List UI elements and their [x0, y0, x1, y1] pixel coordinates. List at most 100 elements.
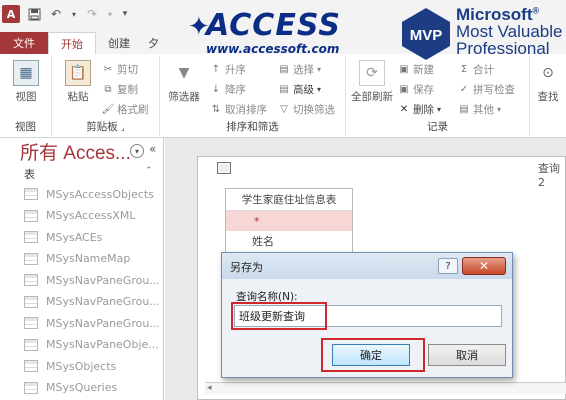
mvp-line1: Microsoft®: [456, 5, 540, 24]
save-icon[interactable]: [26, 6, 42, 22]
nav-section-tables[interactable]: 表: [24, 166, 35, 182]
scroll-left-icon[interactable]: ◂: [207, 383, 212, 393]
paste-button[interactable]: 📋 粘贴: [58, 60, 98, 104]
paste-label: 粘贴: [67, 91, 89, 103]
tab-file[interactable]: 文件: [0, 32, 48, 54]
customize-qat-icon[interactable]: ▾: [120, 6, 130, 22]
nav-item-table[interactable]: MSysNavPaneGrou...: [24, 292, 160, 312]
table-icon: [24, 274, 38, 286]
new-label: 新建: [413, 64, 434, 76]
ok-highlight-box: [321, 338, 425, 372]
find-button[interactable]: ⊙ 查找: [530, 60, 566, 104]
remove-sort-button[interactable]: ⇅ 取消排序: [210, 102, 267, 117]
group-clipboard: 📋 粘贴 ✂ 剪切 ⧉ 复制 🖌 格式刷 剪贴板 ⌟: [52, 56, 160, 136]
cut-button[interactable]: ✂ 剪切: [102, 62, 138, 77]
mvp-badge-icon: MVP: [402, 8, 450, 60]
view-icon: ▦: [13, 60, 39, 86]
undo-icon[interactable]: ↶: [48, 6, 64, 22]
help-button[interactable]: ?: [438, 258, 458, 274]
ascending-button[interactable]: ↑ 升序: [210, 62, 246, 77]
nav-item-label: MSysNavPaneObje...: [46, 338, 159, 351]
nav-pane-collapse-icon[interactable]: «: [149, 142, 156, 156]
nav-item-table[interactable]: MSysACEs: [24, 227, 102, 247]
descending-button[interactable]: ↓ 降序: [210, 82, 246, 97]
view-button[interactable]: ▦ 视图: [6, 60, 46, 104]
accessoft-logo: ✦ ACCESS www.accessoft.com: [188, 8, 384, 60]
remove-sort-label: 取消排序: [225, 104, 267, 116]
nav-item-label: MSysQueries: [46, 381, 118, 394]
delete-record-button[interactable]: ✕ 删除 ▾: [398, 102, 441, 117]
nav-item-table[interactable]: MSysQueries: [24, 378, 117, 398]
mvp-line2: Most Valuable: [456, 22, 563, 41]
nav-item-table[interactable]: MSysNameMap: [24, 249, 130, 269]
descending-label: 降序: [225, 84, 246, 96]
spelling-label: 拼写检查: [473, 84, 515, 96]
field-all-star[interactable]: *: [226, 211, 352, 231]
close-button[interactable]: ✕: [462, 257, 506, 275]
nav-pane-dropdown-icon[interactable]: ▾: [130, 144, 144, 158]
cancel-button[interactable]: 取消: [428, 344, 506, 366]
nav-item-table[interactable]: MSysAccessXML: [24, 206, 136, 226]
refresh-icon: ⟳: [359, 60, 385, 86]
navigation-pane: 所有 Acces... ▾ « 表 ⌃ MSysAccessObjects MSy…: [0, 138, 164, 400]
totals-button[interactable]: Σ 合计: [458, 62, 494, 77]
mvp-line3: Professional: [456, 39, 550, 58]
nav-item-table[interactable]: MSysNavPaneGrou...: [24, 313, 160, 333]
tab-create[interactable]: 创建: [96, 32, 142, 54]
new-record-icon: ▣: [399, 64, 409, 75]
selection-button[interactable]: ▤ 选择 ▾: [278, 62, 321, 77]
nav-item-label: MSysAccessObjects: [46, 187, 154, 201]
nav-item-label: MSysNavPaneGrou...: [46, 273, 160, 287]
ribbon: ▦ 视图 视图 📋 粘贴 ✂ 剪切 ⧉ 复制 🖌 格式刷 剪贴板 ⌟ ▼ 筛选器 ↑ 升…: [0, 54, 566, 138]
advanced-button[interactable]: ▤ 高级 ▾: [278, 82, 321, 97]
format-painter-button[interactable]: 🖌 格式刷: [102, 102, 149, 117]
table-icon: [24, 381, 38, 394]
query-window-icon: [217, 162, 231, 174]
nav-item-table[interactable]: MSysObjects: [24, 356, 116, 376]
binoculars-icon: ⊙: [535, 60, 561, 86]
tab-more[interactable]: 夕: [142, 32, 165, 54]
advanced-icon: ▤: [279, 84, 289, 95]
ascending-label: 升序: [225, 64, 246, 76]
toggle-filter-label: 切换筛选: [293, 104, 335, 116]
tab-home[interactable]: 开始: [48, 32, 96, 54]
field-name[interactable]: 姓名: [226, 231, 352, 251]
redo-dropdown-icon[interactable]: ▾: [106, 6, 114, 22]
nav-item-table[interactable]: MSysAccessObjects: [24, 184, 154, 204]
spelling-button[interactable]: ✓ 拼写检查: [458, 82, 515, 97]
refresh-all-label: 全部刷新: [351, 91, 393, 103]
filter-button[interactable]: ▼ 筛选器: [164, 60, 204, 104]
delete-label: 删除: [413, 104, 434, 116]
save-as-dialog: 另存为 ? ✕ 查询名称(N): 确定 取消: [221, 252, 513, 378]
copy-icon: ⧉: [104, 84, 112, 95]
refresh-all-button[interactable]: ⟳ 全部刷新: [348, 60, 396, 104]
find-label: 查找: [537, 91, 559, 103]
group-views-label: 视图: [15, 121, 36, 133]
nav-item-label: MSysNavPaneGrou...: [46, 295, 160, 308]
undo-dropdown-icon[interactable]: ▾: [70, 6, 78, 22]
scissors-icon: ✂: [103, 64, 113, 75]
delete-icon: ✕: [399, 104, 409, 115]
sigma-icon: Σ: [460, 64, 468, 75]
horizontal-scrollbar[interactable]: ◂: [205, 382, 566, 394]
save-record-icon: ▣: [399, 84, 409, 95]
nav-item-table[interactable]: MSysNavPaneGrou...: [24, 270, 160, 290]
more-button[interactable]: ▤ 其他 ▾: [458, 102, 501, 117]
nav-item-label: MSysNavPaneGrou...: [46, 316, 160, 330]
totals-label: 合计: [473, 64, 494, 76]
copy-button[interactable]: ⧉ 复制: [102, 82, 138, 97]
new-record-button[interactable]: ▣ 新建: [398, 62, 434, 77]
toggle-filter-button[interactable]: ▽ 切换筛选: [278, 102, 335, 117]
group-views: ▦ 视图 视图: [0, 56, 52, 136]
table-icon: [24, 338, 38, 351]
remove-sort-icon: ⇅: [211, 104, 221, 115]
nav-section-collapse-icon[interactable]: ⌃: [145, 166, 153, 176]
redo-icon[interactable]: ↷: [84, 6, 100, 22]
nav-item-table[interactable]: MSysNavPaneObje...: [24, 335, 159, 355]
group-find: ⊙ 查找: [530, 56, 566, 136]
dialog-title-bar: 另存为 ? ✕: [222, 253, 512, 279]
sort-descending-icon: ↓: [211, 84, 221, 95]
nav-pane-title[interactable]: 所有 Acces...: [20, 138, 131, 165]
save-record-button[interactable]: ▣ 保存: [398, 82, 434, 97]
toggle-filter-icon: ▽: [280, 104, 288, 115]
